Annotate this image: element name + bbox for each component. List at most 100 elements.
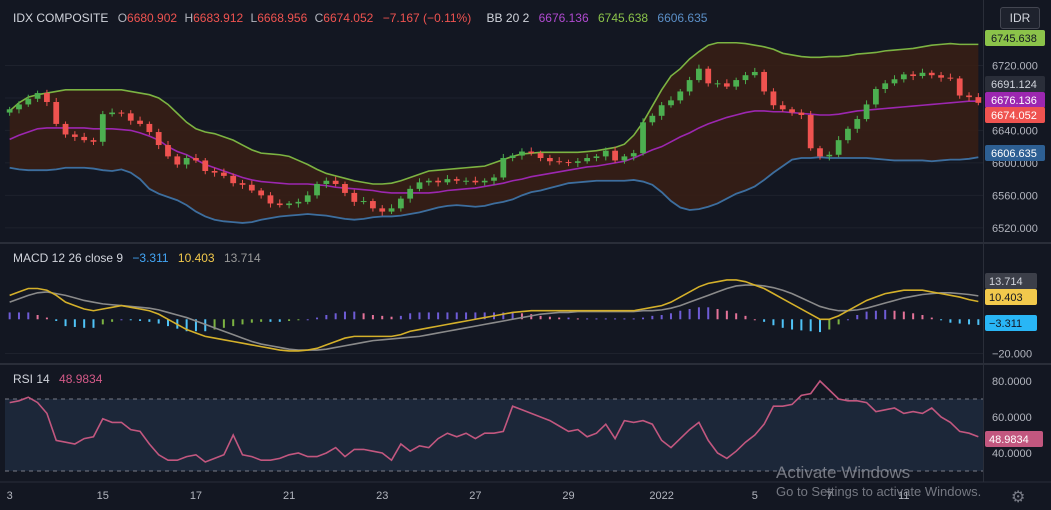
candle-body bbox=[16, 104, 22, 110]
candle-body bbox=[416, 182, 423, 189]
price-tag-label: 10.403 bbox=[989, 292, 1023, 304]
x-tick-label: 17 bbox=[190, 490, 202, 502]
currency-button[interactable]: IDR bbox=[1000, 7, 1040, 29]
macd-histogram-bar bbox=[660, 315, 663, 320]
macd-histogram-bar bbox=[371, 315, 374, 320]
open-label: O bbox=[117, 11, 128, 25]
macd-histogram-bar bbox=[334, 313, 337, 320]
candle-body bbox=[546, 158, 553, 162]
macd-histogram-bar bbox=[111, 319, 114, 322]
macd-histogram-bar bbox=[17, 312, 20, 320]
candle-body bbox=[593, 156, 600, 159]
candle-body bbox=[807, 114, 814, 149]
open-value: 6680.902 bbox=[127, 11, 178, 25]
bb-basis-value: 6676.136 bbox=[538, 11, 589, 25]
macd-histogram-bar bbox=[139, 319, 142, 321]
macd-histogram-bar bbox=[679, 310, 682, 320]
candle-body bbox=[798, 112, 805, 115]
candle-body bbox=[537, 153, 544, 159]
candle-body bbox=[966, 95, 972, 98]
candle-body bbox=[658, 105, 665, 116]
macd-histogram-bar bbox=[474, 312, 477, 320]
candle-body bbox=[230, 175, 237, 184]
candle-body bbox=[919, 72, 926, 77]
macd-line-value: 10.403 bbox=[177, 251, 215, 265]
macd-hist-value: −3.311 bbox=[132, 251, 169, 265]
candle-body bbox=[826, 154, 833, 157]
rsi-value: 48.9834 bbox=[59, 372, 103, 386]
candle-body bbox=[956, 78, 963, 96]
macd-histogram-bar bbox=[865, 311, 868, 320]
rsi-legend: RSI 14 48.9834 bbox=[13, 372, 102, 386]
candle-body bbox=[863, 104, 870, 120]
bb-upper-value: 6745.638 bbox=[598, 11, 649, 25]
x-tick-label: 15 bbox=[97, 490, 109, 502]
macd-histogram-bar bbox=[511, 312, 514, 320]
x-tick-label: 23 bbox=[376, 490, 388, 502]
macd-histogram-bar bbox=[874, 310, 877, 320]
macd-histogram-bar bbox=[36, 315, 39, 320]
candle-body bbox=[649, 115, 656, 123]
macd-histogram-bar bbox=[921, 315, 924, 320]
macd-histogram-bar bbox=[45, 317, 48, 320]
candle-body bbox=[81, 136, 88, 141]
candle-body bbox=[947, 77, 954, 79]
candle-body bbox=[379, 208, 386, 212]
candle-body bbox=[891, 79, 898, 84]
macd-histogram-bar bbox=[306, 319, 309, 321]
macd-histogram-bar bbox=[800, 319, 803, 331]
candle-body bbox=[882, 83, 889, 90]
macd-histogram-bar bbox=[269, 319, 272, 322]
candle-body bbox=[640, 122, 646, 154]
candle-body bbox=[239, 183, 246, 185]
candle-body bbox=[975, 97, 982, 103]
macd-histogram-bar bbox=[669, 313, 672, 320]
macd-histogram-bar bbox=[92, 319, 95, 328]
watermark-title: Activate Windows bbox=[776, 463, 911, 482]
x-tick-label: 5 bbox=[752, 490, 758, 502]
candle-body bbox=[62, 123, 69, 135]
y-tick-label: 6520.000 bbox=[992, 223, 1038, 235]
candle-body bbox=[835, 140, 842, 155]
price-tag-label: −3.311 bbox=[989, 318, 1022, 330]
candle-body bbox=[770, 91, 777, 106]
bb-label: BB 20 2 bbox=[486, 11, 530, 25]
candle-body bbox=[407, 188, 414, 199]
macd-histogram-bar bbox=[390, 316, 393, 320]
price-tag-label: 6691.124 bbox=[991, 79, 1037, 91]
macd-histogram-bar bbox=[595, 318, 598, 320]
candle-body bbox=[332, 180, 339, 184]
macd-histogram-bar bbox=[325, 315, 328, 320]
candle-body bbox=[323, 180, 330, 184]
candle-body bbox=[453, 179, 460, 181]
candle-body bbox=[397, 198, 404, 209]
candle-body bbox=[491, 177, 497, 181]
macd-histogram-bar bbox=[846, 319, 849, 321]
candle-body bbox=[183, 158, 190, 165]
candle-body bbox=[519, 151, 525, 156]
macd-histogram-bar bbox=[288, 319, 291, 321]
candle-body bbox=[779, 105, 786, 110]
macd-histogram-bar bbox=[381, 315, 384, 320]
macd-histogram-bar bbox=[222, 319, 225, 328]
candle-body bbox=[845, 128, 851, 141]
candle-body bbox=[71, 134, 78, 137]
macd-histogram-bar bbox=[8, 312, 11, 320]
candle-body bbox=[295, 201, 302, 204]
macd-histogram-bar bbox=[735, 313, 738, 320]
candle-body bbox=[696, 68, 702, 81]
candle-body bbox=[472, 180, 479, 183]
candle-body bbox=[370, 201, 376, 209]
x-tick-label: 21 bbox=[283, 490, 295, 502]
candle-body bbox=[44, 93, 50, 102]
settings-gear-icon[interactable]: ⚙ bbox=[1011, 487, 1025, 507]
candle-body bbox=[723, 83, 730, 87]
candle-body bbox=[742, 75, 749, 81]
macd-histogram-bar bbox=[604, 318, 607, 320]
candle-body bbox=[127, 113, 134, 121]
candle-body bbox=[481, 180, 488, 183]
y-tick-label: 6560.000 bbox=[992, 190, 1038, 202]
macd-histogram-bar bbox=[250, 319, 253, 323]
candle-body bbox=[248, 184, 255, 191]
macd-legend: MACD 12 26 close 9 −3.311 10.403 13.714 bbox=[13, 251, 261, 265]
